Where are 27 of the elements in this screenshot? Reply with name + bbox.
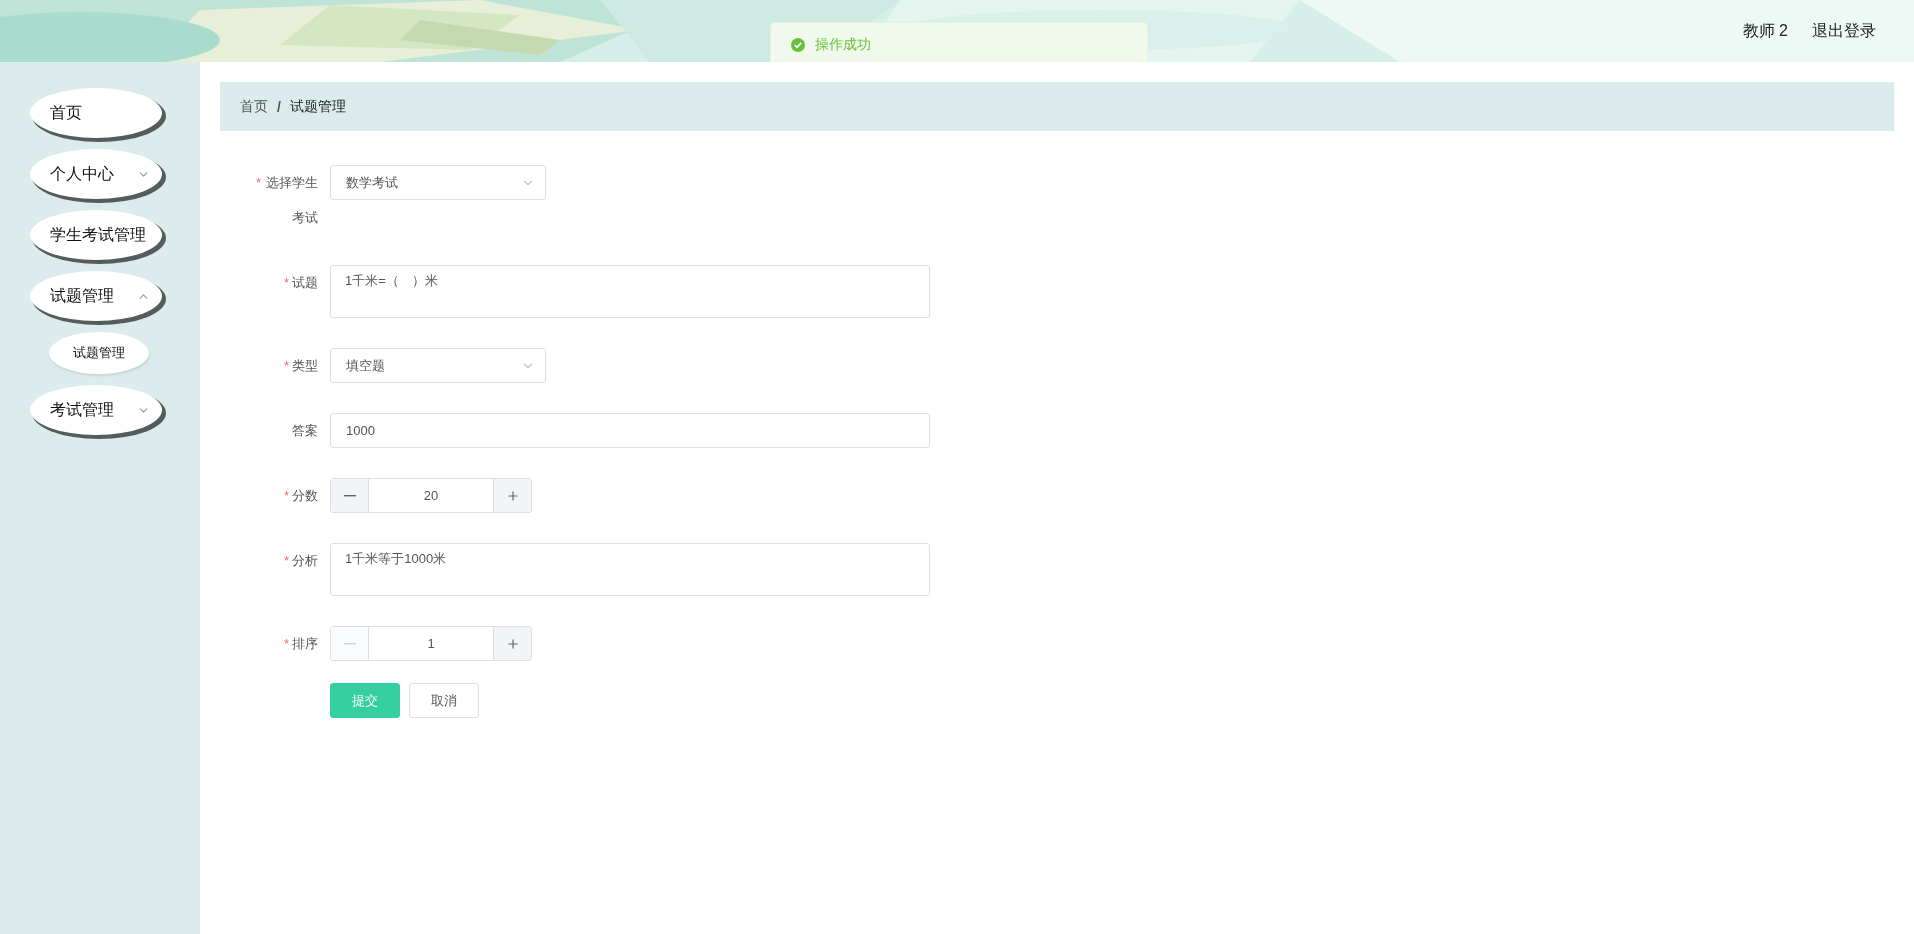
field-label: 答案 xyxy=(292,422,318,440)
field-label: 类型 xyxy=(292,357,318,375)
sidebar-subitem[interactable]: 试题管理 xyxy=(49,332,149,374)
field-label: 排序 xyxy=(292,635,318,653)
breadcrumb-separator: / xyxy=(277,98,281,115)
logout-link[interactable]: 退出登录 xyxy=(1812,20,1876,42)
cancel-button[interactable]: 取消 xyxy=(409,683,479,718)
field-label: 选择学生考试 xyxy=(265,174,318,227)
field-label: 分析 xyxy=(292,552,318,570)
select-field[interactable]: 填空题 xyxy=(330,348,546,383)
select-field[interactable]: 数学考试 xyxy=(330,165,546,200)
breadcrumb-item: 试题管理 xyxy=(289,97,346,116)
user-name: 教师 2 xyxy=(1742,20,1788,41)
required-mark: * xyxy=(283,274,289,292)
check-circle-icon xyxy=(791,38,805,52)
required-mark: * xyxy=(255,174,261,192)
required-mark: * xyxy=(283,357,289,375)
input-field[interactable]: 1000 xyxy=(330,413,930,448)
text-area[interactable]: 1千米=（ ）米 xyxy=(330,265,930,318)
toast-message: 操作成功 xyxy=(815,36,871,54)
field-label: 分数 xyxy=(292,487,318,505)
required-mark: * xyxy=(283,487,289,505)
field-label: 试题 xyxy=(292,274,318,292)
required-mark: * xyxy=(283,552,289,570)
text-area[interactable]: 1千米等于1000米 xyxy=(330,543,930,596)
breadcrumb-item[interactable]: 首页 xyxy=(240,97,268,116)
required-mark: * xyxy=(283,635,289,653)
